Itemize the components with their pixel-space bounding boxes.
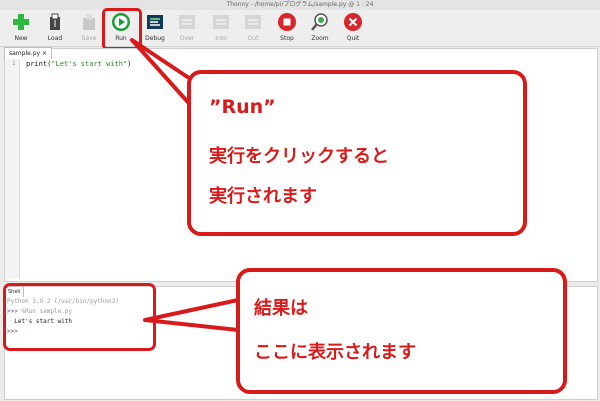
result-callout: 結果は ここに表示されます [236,268,567,394]
run-callout-line3: 実行されます [209,186,317,207]
run-callout: ”Run” 実行をクリックすると 実行されます [187,70,527,236]
result-callout-line1: 結果は [254,298,308,319]
run-callout-title: ”Run” [209,96,276,118]
run-callout-line2: 実行をクリックすると [209,146,389,167]
result-callout-line2: ここに表示されます [254,342,416,363]
